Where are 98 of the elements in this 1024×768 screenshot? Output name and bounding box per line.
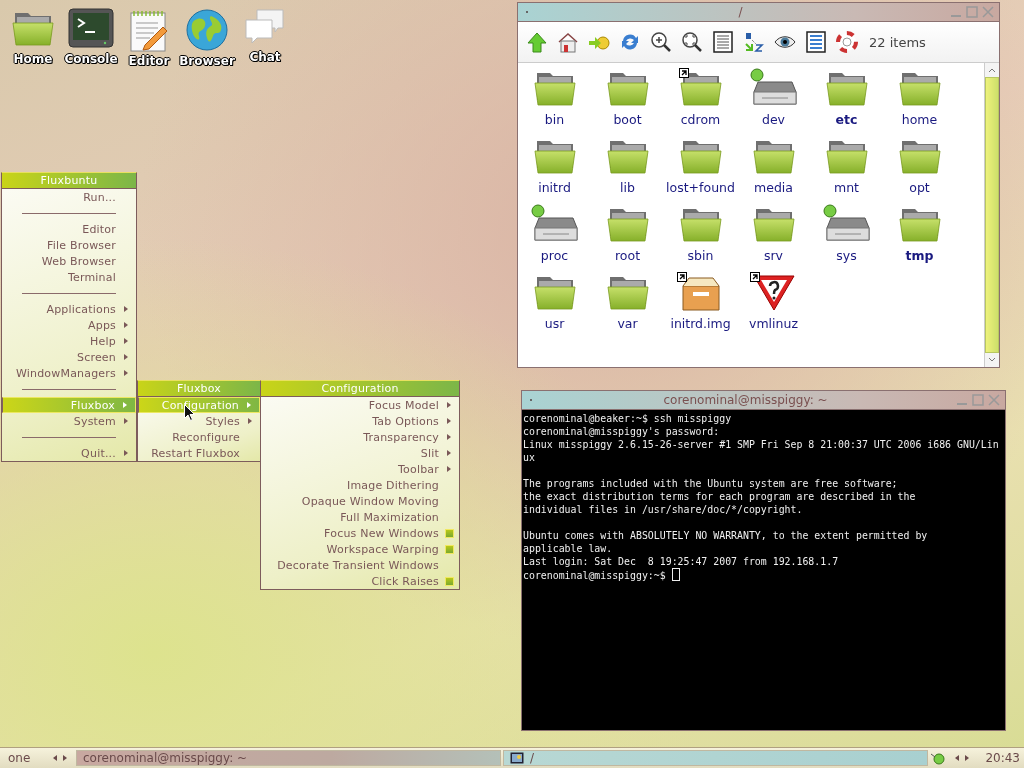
file-name[interactable]: vmlinuz bbox=[749, 316, 798, 331]
submenu-arrow-icon bbox=[124, 370, 128, 376]
zoom-in-icon[interactable] bbox=[650, 31, 672, 53]
item-count: 22 items bbox=[869, 34, 926, 50]
menu-item[interactable]: Image Dithering bbox=[261, 477, 459, 493]
terminal-prompt: corenominal@misspiggy:~$ bbox=[523, 570, 667, 581]
file-name[interactable]: proc bbox=[540, 248, 569, 263]
submenu-arrow-icon bbox=[447, 402, 451, 408]
file-name[interactable]: initrd.img bbox=[670, 316, 731, 331]
menu-item[interactable]: Focus Model bbox=[261, 397, 459, 413]
file-name[interactable]: sys bbox=[836, 248, 857, 263]
drive-icon[interactable] bbox=[822, 204, 871, 244]
menu-item[interactable]: WindowManagers bbox=[2, 365, 136, 381]
taskbar-button[interactable]: corenominal@misspiggy: ~ bbox=[76, 750, 501, 766]
previous-arrow-icon[interactable] bbox=[52, 754, 58, 762]
cursor-icon bbox=[671, 568, 680, 581]
next-arrow-icon[interactable] bbox=[964, 754, 970, 762]
window-icon bbox=[510, 752, 524, 764]
menu-item[interactable]: Opaque Window Moving bbox=[261, 493, 459, 509]
file-name[interactable]: lib bbox=[620, 180, 635, 195]
scrollbar[interactable] bbox=[984, 63, 999, 367]
menu-item[interactable]: Editor bbox=[2, 221, 136, 237]
menu-item[interactable]: Applications bbox=[2, 301, 136, 317]
file-name[interactable]: mnt bbox=[834, 180, 859, 195]
menu-item[interactable]: Toolbar bbox=[261, 461, 459, 477]
file-name[interactable]: media bbox=[754, 180, 793, 195]
details-view-icon[interactable] bbox=[805, 31, 827, 53]
file-name[interactable]: bin bbox=[544, 112, 565, 127]
submenu-arrow-icon bbox=[124, 450, 128, 456]
network-tray-icon[interactable] bbox=[930, 751, 946, 765]
menu-item[interactable]: Workspace Warping bbox=[261, 541, 459, 557]
lifebuoy-icon[interactable] bbox=[836, 31, 858, 53]
menu-title: Fluxbuntu bbox=[1, 172, 137, 189]
file-name[interactable]: etc bbox=[835, 112, 858, 127]
submenu-arrow-icon bbox=[124, 418, 128, 424]
submenu-arrow-icon bbox=[247, 402, 251, 408]
submenu-arrow-icon bbox=[447, 434, 451, 440]
file-name[interactable]: var bbox=[617, 316, 638, 331]
previous-arrow-icon[interactable] bbox=[954, 754, 960, 762]
menu-item[interactable]: Apps bbox=[2, 317, 136, 333]
menu-item[interactable]: Reconfigure bbox=[138, 429, 260, 445]
submenu-arrow-icon bbox=[447, 418, 451, 424]
submenu-arrow-icon bbox=[124, 338, 128, 344]
file-name[interactable]: root bbox=[614, 248, 641, 263]
file-name[interactable]: tmp bbox=[905, 248, 934, 263]
submenu-arrow-icon bbox=[124, 306, 128, 312]
submenu-arrow-icon bbox=[447, 450, 451, 456]
menu-item[interactable]: Slit bbox=[261, 445, 459, 461]
file-name[interactable]: lost+found bbox=[666, 180, 735, 195]
menu-item[interactable]: Run... bbox=[2, 189, 136, 205]
menu-item[interactable]: Screen bbox=[2, 349, 136, 365]
next-arrow-icon[interactable] bbox=[62, 754, 68, 762]
clock: 20:43 bbox=[984, 751, 1020, 765]
menu-item[interactable]: Restart Fluxbox bbox=[138, 445, 260, 461]
menu-item[interactable]: System bbox=[2, 413, 136, 429]
file-name[interactable]: opt bbox=[909, 180, 930, 195]
menu-title: Fluxbox bbox=[137, 380, 261, 397]
up-arrow-icon[interactable] bbox=[526, 31, 548, 53]
menu-item[interactable]: File Browser bbox=[2, 237, 136, 253]
menu-item[interactable]: Click Raises bbox=[261, 573, 459, 589]
file-name[interactable]: cdrom bbox=[680, 112, 721, 127]
terminal-icon[interactable] bbox=[68, 8, 114, 50]
file-name[interactable]: boot bbox=[613, 112, 642, 127]
workspace-name[interactable]: one bbox=[4, 751, 44, 765]
folder-link-icon[interactable] bbox=[678, 68, 723, 108]
menu-item[interactable]: Transparency bbox=[261, 429, 459, 445]
window-title: corenominal@misspiggy: ~ bbox=[662, 393, 829, 407]
taskbar-button[interactable]: / bbox=[503, 750, 928, 766]
menu-item[interactable]: Decorate Transient Windows bbox=[261, 557, 459, 573]
submenu-arrow-icon bbox=[123, 402, 127, 408]
file-name[interactable]: home bbox=[901, 112, 938, 127]
file-name[interactable]: dev bbox=[762, 112, 785, 127]
window-title: / bbox=[737, 5, 744, 19]
file-name[interactable]: usr bbox=[544, 316, 565, 331]
list-view-icon[interactable] bbox=[712, 31, 734, 53]
globe-icon[interactable] bbox=[185, 8, 229, 52]
menu-item[interactable]: Web Browser bbox=[2, 253, 136, 269]
home-icon[interactable] bbox=[557, 31, 579, 53]
zoom-fit-icon[interactable] bbox=[681, 31, 703, 53]
menu-item[interactable]: Focus New Windows bbox=[261, 525, 459, 541]
submenu-arrow-icon bbox=[124, 322, 128, 328]
submenu-arrow-icon bbox=[124, 354, 128, 360]
menu-title: Configuration bbox=[260, 380, 460, 397]
menu-item[interactable]: Styles bbox=[138, 413, 260, 429]
menu-item[interactable]: Tab Options bbox=[261, 413, 459, 429]
submenu-arrow-icon bbox=[248, 418, 252, 424]
file-name[interactable]: initrd bbox=[538, 180, 571, 195]
menu-item[interactable]: Quit... bbox=[2, 445, 136, 461]
submenu-arrow-icon bbox=[447, 466, 451, 472]
file-name[interactable]: srv bbox=[763, 248, 784, 263]
menu-item[interactable]: Terminal bbox=[2, 269, 136, 285]
menu-item[interactable]: Full Maximization bbox=[261, 509, 459, 525]
drive-icon[interactable] bbox=[749, 68, 798, 108]
menu-item[interactable]: Help bbox=[2, 333, 136, 349]
sort-icon[interactable] bbox=[743, 31, 765, 53]
drive-icon[interactable] bbox=[530, 204, 579, 244]
warning-icon[interactable] bbox=[749, 272, 798, 312]
file-name[interactable]: sbin bbox=[687, 248, 714, 263]
